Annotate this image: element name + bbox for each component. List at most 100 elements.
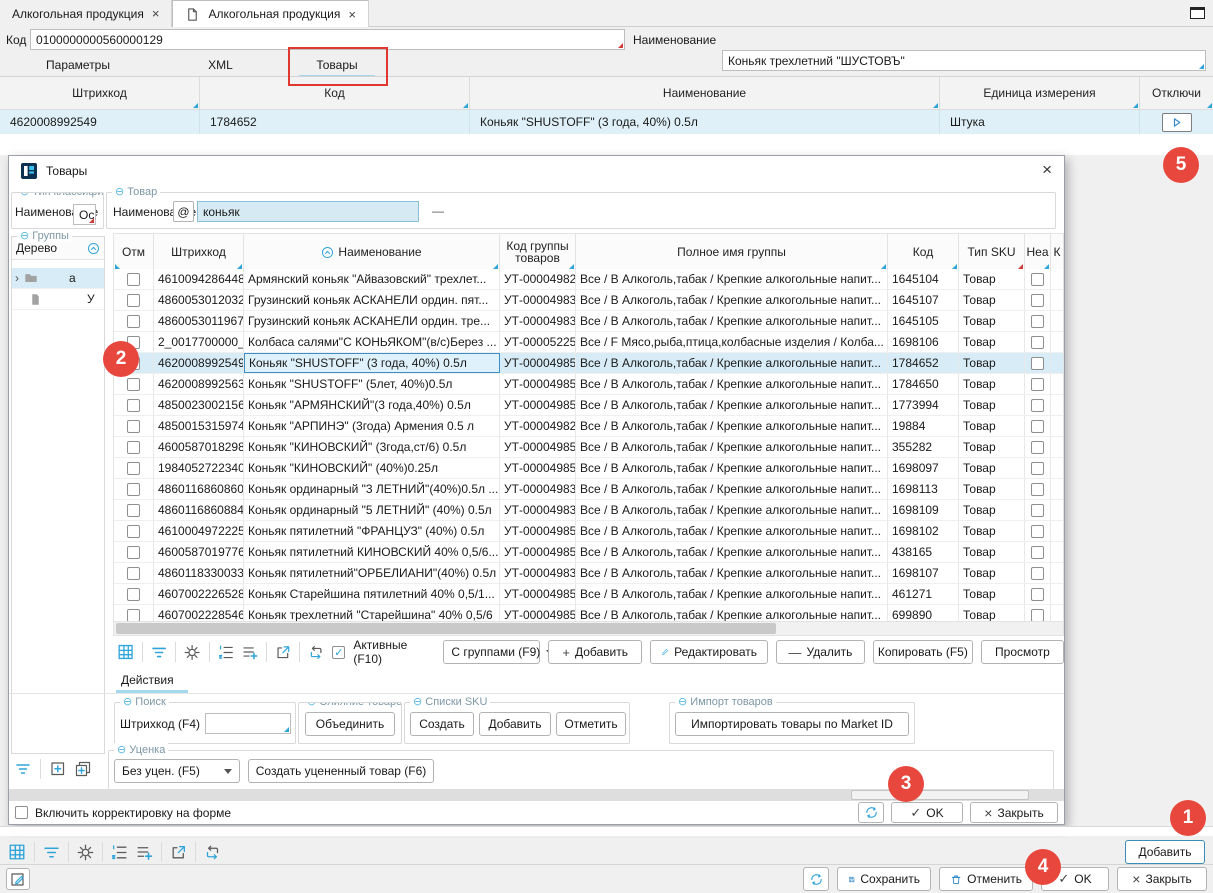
row-barcode[interactable]: 4860116860884 (154, 500, 244, 520)
row-name[interactable]: Армянский коньяк "Айвазовский" трехлет..… (244, 269, 500, 289)
row-select-checkbox[interactable] (127, 462, 140, 475)
row-barcode[interactable]: 4610094286448 (154, 269, 244, 289)
row-code[interactable]: 1698102 (888, 521, 959, 541)
row-code[interactable]: 355282 (888, 437, 959, 457)
row-sku-type[interactable]: Товар (959, 563, 1025, 583)
col-code[interactable]: Код (888, 234, 959, 270)
filter-icon[interactable] (15, 761, 31, 777)
edit-form-button[interactable] (6, 868, 30, 890)
product-search-input[interactable]: коньяк (197, 201, 419, 222)
row-name[interactable]: Коньяк "АРМЯНСКИЙ"(3 года,40%) 0.5л (244, 395, 500, 415)
row-inactive-checkbox[interactable] (1031, 378, 1044, 391)
row-sku-type[interactable]: Товар (959, 542, 1025, 562)
row-group-code[interactable]: УТ-00005225 (500, 332, 576, 352)
row-code[interactable]: 1784650 (888, 374, 959, 394)
row-code[interactable]: 1773994 (888, 395, 959, 415)
row-sku-type[interactable]: Товар (959, 290, 1025, 310)
row-sku-type[interactable]: Товар (959, 500, 1025, 520)
cancel-button[interactable]: Отменить (939, 867, 1033, 891)
maximize-icon[interactable] (1190, 7, 1205, 19)
list-add-icon[interactable] (136, 844, 153, 861)
edit-product-button[interactable]: Редактировать (650, 640, 768, 664)
col-group-name[interactable]: Полное имя группы (576, 234, 888, 270)
open-product-button[interactable] (1162, 113, 1192, 132)
row-sku-type[interactable]: Товар (959, 458, 1025, 478)
app-tab-2[interactable]: Алкогольная продукция × (172, 0, 368, 27)
groups-mode-select[interactable]: С группами (F9) (443, 640, 540, 664)
tree-item-file[interactable]: У (12, 289, 104, 310)
row-group-name[interactable]: Все / В Алкоголь,табак / Крепкие алкогол… (576, 353, 888, 373)
row-name[interactable]: Коньяк ординарный "5 ЛЕТНИЙ" (40%) 0.5л (244, 500, 500, 520)
close-icon[interactable]: × (1042, 160, 1052, 180)
clear-filter-minus[interactable]: — (432, 204, 444, 218)
row-sku-type[interactable]: Товар (959, 395, 1025, 415)
row-inactive-checkbox[interactable] (1031, 336, 1044, 349)
refresh-button[interactable] (858, 802, 884, 823)
row-sku-type[interactable]: Товар (959, 521, 1025, 541)
row-select-checkbox[interactable] (127, 294, 140, 307)
row-name[interactable]: Коньяк пятилетний"ОРБЕЛИАНИ"(40%) 0.5л (244, 563, 500, 583)
product-row[interactable]: 4620008992563Коньяк "SHUSTOFF" (5лет, 40… (114, 374, 1063, 395)
create-markdown-button[interactable]: Создать уцененный товар (F6) (248, 759, 434, 783)
filter-icon[interactable] (151, 644, 167, 661)
markdown-select[interactable]: Без уцен. (F5) (114, 759, 240, 783)
product-row[interactable]: 4850015315974Коньяк "АРПИНЭ" (3года) Арм… (114, 416, 1063, 437)
add-subgroup-icon[interactable] (75, 761, 91, 777)
row-barcode[interactable]: 4620008992549 (154, 353, 244, 373)
row-name[interactable]: Коньяк трехлетний "Старейшина" 40% 0,5/6 (244, 605, 500, 621)
close-tab-icon[interactable]: × (152, 7, 160, 20)
row-inactive-checkbox[interactable] (1031, 294, 1044, 307)
row-code[interactable]: 1698109 (888, 500, 959, 520)
row-barcode[interactable]: 198405272234020 (154, 458, 244, 478)
product-row[interactable]: 4610004972225Коньяк пятилетний "ФРАНЦУЗ"… (114, 521, 1063, 542)
product-row[interactable]: 4600587018298Коньяк "КИНОВСКИЙ" (3года,с… (114, 437, 1063, 458)
scrollbar-thumb[interactable] (851, 790, 1029, 800)
row-select-checkbox[interactable] (127, 525, 140, 538)
col-sku-type[interactable]: Тип SKU (959, 234, 1025, 270)
close-tab-icon[interactable]: × (348, 8, 356, 21)
row-code[interactable]: 1698097 (888, 458, 959, 478)
sku-mark-button[interactable]: Отметить (556, 712, 626, 736)
col-extra[interactable]: К (1051, 234, 1063, 270)
row-select-checkbox[interactable] (127, 609, 140, 622)
row-code[interactable]: 1698107 (888, 563, 959, 583)
product-row[interactable]: 4610094286448Армянский коньяк "Айвазовск… (114, 269, 1063, 290)
row-inactive-checkbox[interactable] (1031, 588, 1044, 601)
row-name[interactable]: Колбаса салями"С КОНЬЯКОМ"(в/с)Берез ... (244, 332, 500, 352)
product-row[interactable]: 4607002228546Коньяк трехлетний "Старейши… (114, 605, 1063, 621)
close-button[interactable]: ×Закрыть (970, 802, 1058, 823)
row-code[interactable]: 19884 (888, 416, 959, 436)
product-row[interactable]: 4860118330033Коньяк пятилетний"ОРБЕЛИАНИ… (114, 563, 1063, 584)
search-mode-button[interactable]: @ (173, 201, 194, 222)
expand-chevron-icon[interactable]: › (15, 271, 19, 285)
row-barcode[interactable]: 4850015315974 (154, 416, 244, 436)
row-group-code[interactable]: УТ-00004985 (500, 458, 576, 478)
external-link-icon[interactable] (275, 644, 291, 661)
sku-create-button[interactable]: Создать (410, 712, 474, 736)
row-group-code[interactable]: УТ-00004983 (500, 311, 576, 331)
row-inactive-checkbox[interactable] (1031, 441, 1044, 454)
row-group-code[interactable]: УТ-00004983 (500, 563, 576, 583)
row-group-name[interactable]: Все / В Алкоголь,табак / Крепкие алкогол… (576, 542, 888, 562)
import-market-id-button[interactable]: Импортировать товары по Market ID (675, 712, 909, 736)
tab-actions[interactable]: Действия (121, 673, 174, 687)
row-inactive-checkbox[interactable] (1031, 483, 1044, 496)
dialog-title-bar[interactable]: Товары × (9, 156, 1064, 186)
copy-product-button[interactable]: Копировать (F5) (873, 640, 973, 664)
row-barcode[interactable]: 2_0017700000_ (154, 332, 244, 352)
col-unit[interactable]: Единица измерения (940, 77, 1140, 109)
numbered-list-icon[interactable] (218, 644, 234, 661)
row-sku-type[interactable]: Товар (959, 332, 1025, 352)
row-sku-type[interactable]: Товар (959, 584, 1025, 604)
row-select-checkbox[interactable] (127, 546, 140, 559)
row-inactive-checkbox[interactable] (1031, 399, 1044, 412)
row-name[interactable]: Коньяк "SHUSTOFF" (5лет, 40%)0.5л (244, 374, 500, 394)
row-select-checkbox[interactable] (127, 420, 140, 433)
gear-icon[interactable] (77, 844, 94, 861)
add-button[interactable]: Добавить (1125, 840, 1205, 864)
row-name[interactable]: Коньяк пятилетний "ФРАНЦУЗ" (40%) 0.5л (244, 521, 500, 541)
col-mark[interactable]: Отм (114, 234, 154, 270)
add-product-button[interactable]: +Добавить (548, 640, 642, 664)
row-code[interactable]: 699890 (888, 605, 959, 621)
row-name[interactable]: Коньяк "АРПИНЭ" (3года) Армения 0.5 л (244, 416, 500, 436)
